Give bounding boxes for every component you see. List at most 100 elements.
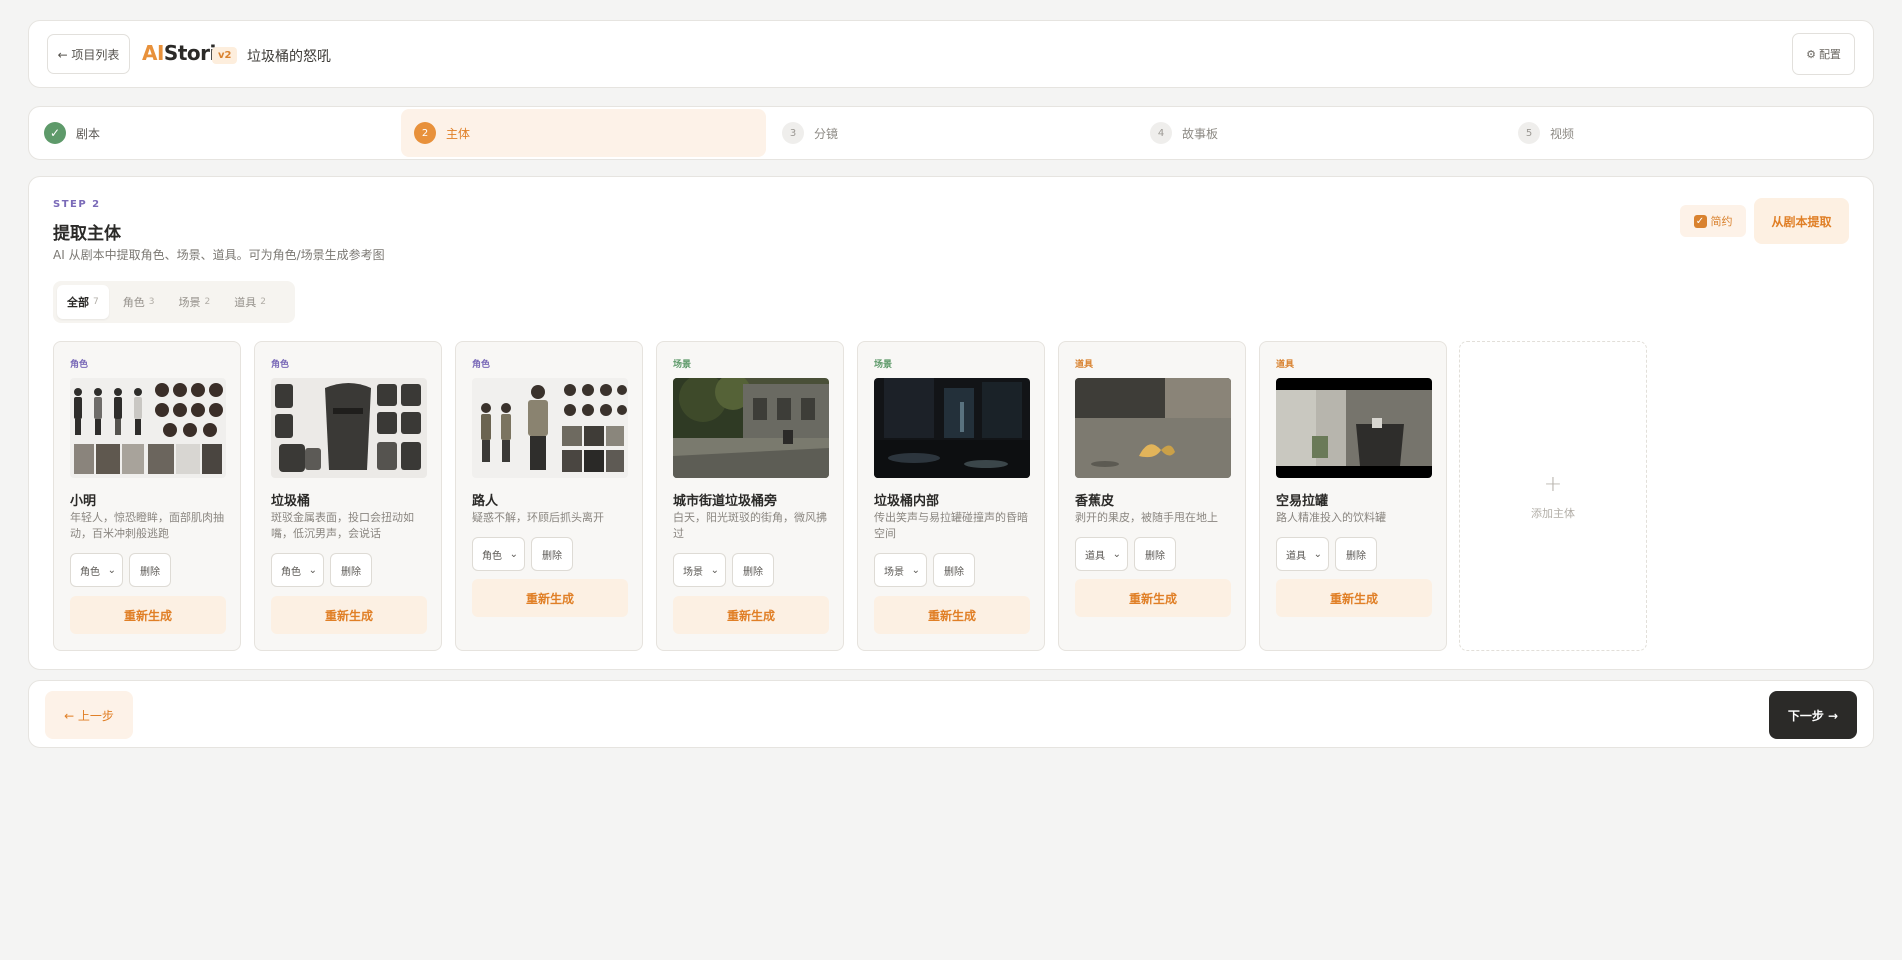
bottom-nav: ← 上一步 下一步 → — [28, 680, 1874, 748]
tab-count: 7 — [93, 297, 99, 307]
back-to-projects-button[interactable]: ← 项目列表 — [47, 34, 130, 74]
scene-image — [673, 378, 829, 478]
card-controls: 道具 ⌄ 删除 — [1075, 537, 1176, 571]
delete-button[interactable]: 删除 — [531, 537, 573, 571]
regenerate-button[interactable]: 重新生成 — [472, 579, 628, 617]
tab-scenes[interactable]: 场景 2 — [168, 285, 220, 319]
tab-count: 3 — [148, 297, 155, 307]
config-button[interactable]: ⚙ 配置 — [1792, 33, 1855, 75]
chevron-down-icon: ⌄ — [509, 548, 518, 560]
page-title: 提取主体 — [53, 224, 121, 244]
scene-image — [874, 378, 1030, 478]
step-video[interactable]: 5 视频 — [1505, 109, 1870, 157]
card-controls: 角色 ⌄ 删除 — [472, 537, 573, 571]
step-check-icon: ✓ — [44, 122, 66, 144]
select-value: 道具 — [1085, 550, 1105, 562]
subject-type-select[interactable]: 角色 ⌄ — [271, 553, 324, 587]
subject-card: 角色 垃圾桶 斑驳金属表面，投口会扭动如嘴，低沉男声，会说话 角色 ⌄ 删除 重… — [254, 341, 442, 651]
delete-button[interactable]: 删除 — [1134, 537, 1176, 571]
step-script[interactable]: ✓ 剧本 — [31, 109, 396, 157]
simple-label: 简约 — [1710, 215, 1733, 228]
step-tag: STEP 2 — [53, 199, 101, 210]
logo-ai: AI — [142, 41, 164, 65]
subject-description: 斑驳金属表面，投口会扭动如嘴，低沉男声，会说话 — [271, 511, 414, 540]
top-bar: ← 项目列表 AIStori v2 垃圾桶的怒吼 ⚙ 配置 — [28, 20, 1874, 88]
logo-rest: Stori — [163, 41, 216, 65]
prop-image — [1075, 378, 1231, 478]
subject-name: 香蕉皮 — [1075, 494, 1115, 509]
select-value: 角色 — [482, 550, 502, 562]
previous-step-button[interactable]: ← 上一步 — [45, 691, 133, 739]
step-label: 分镜 — [814, 126, 839, 141]
delete-button[interactable]: 删除 — [129, 553, 171, 587]
subject-card: 角色 路人 疑惑不解，环顾后抓头离开 角色 ⌄ 删除 重新生成 — [455, 341, 643, 651]
select-value: 角色 — [80, 566, 100, 578]
card-controls: 道具 ⌄ 删除 — [1276, 537, 1377, 571]
chevron-down-icon: ⌄ — [308, 564, 317, 576]
select-value: 场景 — [683, 566, 703, 578]
step-label: 主体 — [446, 126, 471, 141]
subject-description: 白天，阳光斑驳的街角，微风拂过 — [673, 511, 827, 540]
tab-all[interactable]: 全部 7 — [57, 285, 109, 319]
card-controls: 角色 ⌄ 删除 — [271, 553, 372, 587]
tab-label: 道具 — [234, 296, 257, 309]
extract-from-script-button[interactable]: 从剧本提取 — [1754, 198, 1849, 244]
gear-icon: ⚙ — [1806, 47, 1816, 61]
subject-type-select[interactable]: 场景 ⌄ — [874, 553, 927, 587]
select-value: 道具 — [1286, 550, 1306, 562]
subject-description: 疑惑不解，环顾后抓头离开 — [472, 511, 604, 524]
chevron-down-icon: ⌄ — [1112, 548, 1121, 560]
subject-type-select[interactable]: 道具 ⌄ — [1075, 537, 1128, 571]
step-storyboard-shots[interactable]: 3 分镜 — [769, 109, 1134, 157]
tab-props[interactable]: 道具 2 — [224, 285, 276, 319]
select-value: 场景 — [884, 566, 904, 578]
regenerate-button[interactable]: 重新生成 — [874, 596, 1030, 634]
tab-characters[interactable]: 角色 3 — [113, 285, 165, 319]
regenerate-button[interactable]: 重新生成 — [1075, 579, 1231, 617]
config-label: 配置 — [1818, 48, 1841, 61]
card-controls: 场景 ⌄ 删除 — [874, 553, 975, 587]
subject-name: 路人 — [472, 494, 499, 509]
tab-label: 场景 — [178, 296, 201, 309]
subject-name: 垃圾桶内部 — [874, 494, 940, 509]
subject-description: 传出笑声与易拉罐碰撞声的昏暗空间 — [874, 511, 1028, 540]
subject-description: 路人精准投入的饮料罐 — [1276, 511, 1386, 524]
step-label: 故事板 — [1182, 126, 1219, 141]
tab-label: 角色 — [122, 296, 145, 309]
simple-mode-toggle[interactable]: ✓ 简约 — [1680, 205, 1746, 237]
subject-type-tag: 角色 — [472, 360, 491, 370]
subject-type-tag: 角色 — [271, 360, 290, 370]
tab-count: 2 — [204, 297, 211, 307]
subject-card: 场景 城市街道垃圾桶旁 白天，阳光斑驳的街角，微风拂过 场景 ⌄ 删除 重新生成 — [656, 341, 844, 651]
regenerate-button[interactable]: 重新生成 — [271, 596, 427, 634]
delete-button[interactable]: 删除 — [732, 553, 774, 587]
next-step-button[interactable]: 下一步 → — [1769, 691, 1857, 739]
subject-type-select[interactable]: 角色 ⌄ — [472, 537, 525, 571]
subject-type-tag: 道具 — [1075, 360, 1094, 370]
step-story-board[interactable]: 4 故事板 — [1137, 109, 1502, 157]
subject-card: 道具 香蕉皮 剥开的果皮，被随手甩在地上 道具 ⌄ 删除 重新生成 — [1058, 341, 1246, 651]
subject-name: 空易拉罐 — [1276, 494, 1329, 509]
subject-type-select[interactable]: 场景 ⌄ — [673, 553, 726, 587]
regenerate-button[interactable]: 重新生成 — [70, 596, 226, 634]
chevron-down-icon: ⌄ — [911, 564, 920, 576]
delete-button[interactable]: 删除 — [1335, 537, 1377, 571]
subject-card: 场景 垃圾桶内部 传出笑声与易拉罐碰撞声的昏暗空间 场景 ⌄ 删除 重新生成 — [857, 341, 1045, 651]
step-subject[interactable]: 2 主体 — [401, 109, 766, 157]
add-subject-card[interactable]: + 添加主体 — [1459, 341, 1647, 651]
subject-type-select[interactable]: 道具 ⌄ — [1276, 537, 1329, 571]
subject-type-select[interactable]: 角色 ⌄ — [70, 553, 123, 587]
subject-name: 小明 — [70, 494, 97, 509]
chevron-down-icon: ⌄ — [710, 564, 719, 576]
card-controls: 角色 ⌄ 删除 — [70, 553, 171, 587]
regenerate-button[interactable]: 重新生成 — [673, 596, 829, 634]
extract-subjects-panel: STEP 2 提取主体 AI 从剧本中提取角色、场景、道具。可为角色/场景生成参… — [28, 176, 1874, 670]
checkbox-checked-icon[interactable]: ✓ — [1693, 214, 1707, 228]
delete-button[interactable]: 删除 — [330, 553, 372, 587]
delete-button[interactable]: 删除 — [933, 553, 975, 587]
subject-type-tag: 场景 — [673, 360, 692, 370]
regenerate-button[interactable]: 重新生成 — [1276, 579, 1432, 617]
step-progress: ✓ 剧本 2 主体 3 分镜 4 故事板 5 视频 — [28, 106, 1874, 160]
subject-card: 道具 空易拉罐 路人精准投入的饮料罐 道具 ⌄ 删除 重新生成 — [1259, 341, 1447, 651]
version-badge: v2 — [212, 47, 238, 64]
